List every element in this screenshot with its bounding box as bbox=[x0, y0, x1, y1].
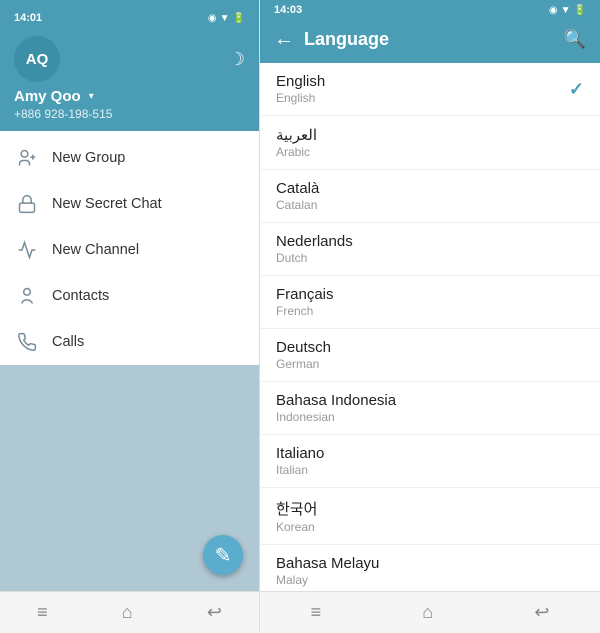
language-list: EnglishEnglish✓العربيةArabicCatalàCatala… bbox=[260, 63, 600, 591]
language-item-korean[interactable]: 한국어Korean bbox=[260, 488, 600, 545]
right-title-row: ← Language 🔍 bbox=[274, 20, 586, 63]
lang-main-catalan: Català bbox=[276, 180, 319, 197]
left-bottom-back-icon[interactable]: ↩ bbox=[207, 602, 222, 623]
language-title: Language bbox=[304, 29, 564, 50]
left-bottom-menu-icon[interactable]: ≡ bbox=[37, 602, 48, 623]
lang-main-dutch: Nederlands bbox=[276, 233, 353, 250]
status-time-right: 14:03 bbox=[274, 4, 302, 16]
new-group-label: New Group bbox=[52, 150, 125, 166]
lang-main-german: Deutsch bbox=[276, 339, 331, 356]
contacts-icon bbox=[16, 285, 38, 307]
language-item-french[interactable]: FrançaisFrench bbox=[260, 276, 600, 329]
language-item-catalan[interactable]: CatalàCatalan bbox=[260, 170, 600, 223]
status-bar-left: 14:01 ◉ ▼ 🔋 bbox=[14, 12, 245, 24]
right-bottom-menu-icon[interactable]: ≡ bbox=[311, 602, 322, 623]
lang-sub-dutch: Dutch bbox=[276, 251, 353, 265]
new-secret-chat-label: New Secret Chat bbox=[52, 196, 162, 212]
left-bottom-home-icon[interactable]: ⌂ bbox=[122, 602, 133, 623]
language-item-indonesian[interactable]: Bahasa IndonesiaIndonesian bbox=[260, 382, 600, 435]
calls-icon bbox=[16, 331, 38, 353]
moon-icon[interactable]: ☽ bbox=[229, 49, 245, 70]
new-channel-icon bbox=[16, 239, 38, 261]
lang-main-arabic: العربية bbox=[276, 126, 317, 144]
left-header: 14:01 ◉ ▼ 🔋 AQ ☽ Amy Qoo ▾ +886 928-198-… bbox=[0, 0, 259, 131]
new-group-icon bbox=[16, 147, 38, 169]
status-bar-right: 14:03 ◉ ▼ 🔋 bbox=[274, 0, 586, 20]
lang-sub-english: English bbox=[276, 91, 325, 105]
menu-item-new-channel[interactable]: New Channel bbox=[0, 227, 259, 273]
menu-item-new-secret-chat[interactable]: New Secret Chat bbox=[0, 181, 259, 227]
secret-chat-icon bbox=[16, 193, 38, 215]
lang-main-malay: Bahasa Melayu bbox=[276, 555, 379, 572]
status-time-left: 14:01 bbox=[14, 12, 42, 24]
back-button[interactable]: ← bbox=[274, 28, 294, 51]
avatar[interactable]: AQ bbox=[14, 36, 60, 82]
dropdown-arrow-icon[interactable]: ▾ bbox=[89, 91, 94, 102]
lang-main-korean: 한국어 bbox=[276, 498, 317, 519]
menu-item-calls[interactable]: Calls bbox=[0, 319, 259, 365]
status-icons-left: ◉ ▼ 🔋 bbox=[208, 13, 245, 24]
user-phone: +886 928-198-515 bbox=[14, 107, 112, 121]
search-icon[interactable]: 🔍 bbox=[564, 29, 586, 50]
left-bottom-bar: ≡ ⌂ ↩ bbox=[0, 591, 259, 633]
lang-sub-korean: Korean bbox=[276, 520, 317, 534]
new-channel-label: New Channel bbox=[52, 242, 139, 258]
left-panel: 14:01 ◉ ▼ 🔋 AQ ☽ Amy Qoo ▾ +886 928-198-… bbox=[0, 0, 260, 633]
language-item-malay[interactable]: Bahasa MelayuMalay bbox=[260, 545, 600, 591]
fab-button[interactable]: ✎ bbox=[203, 535, 243, 575]
lang-sub-catalan: Catalan bbox=[276, 198, 319, 212]
lang-main-indonesian: Bahasa Indonesia bbox=[276, 392, 396, 409]
right-bottom-home-icon[interactable]: ⌂ bbox=[422, 602, 433, 623]
language-item-dutch[interactable]: NederlandsDutch bbox=[260, 223, 600, 276]
right-panel: 14:03 ◉ ▼ 🔋 ← Language 🔍 EnglishEnglish ✓… bbox=[260, 0, 600, 633]
calls-label: Calls bbox=[52, 334, 84, 350]
lang-sub-french: French bbox=[276, 304, 334, 318]
right-header: 14:03 ◉ ▼ 🔋 ← Language 🔍 bbox=[260, 0, 600, 63]
chat-background: ✎ bbox=[0, 365, 259, 591]
lang-main-italian: Italiano bbox=[276, 445, 324, 462]
right-bottom-back-icon[interactable]: ↩ bbox=[534, 602, 549, 623]
lang-main-french: Français bbox=[276, 286, 334, 303]
lang-main-english: English bbox=[276, 73, 325, 90]
lang-sub-malay: Malay bbox=[276, 573, 379, 587]
language-item-italian[interactable]: ItalianoItalian bbox=[260, 435, 600, 488]
lang-sub-arabic: Arabic bbox=[276, 145, 317, 159]
lang-sub-indonesian: Indonesian bbox=[276, 410, 396, 424]
check-icon-english: ✓ bbox=[569, 79, 584, 100]
language-item-german[interactable]: DeutschGerman bbox=[260, 329, 600, 382]
menu-list: New Group New Secret Chat New Channel bbox=[0, 131, 259, 365]
lang-sub-german: German bbox=[276, 357, 331, 371]
language-item-arabic[interactable]: العربيةArabic bbox=[260, 116, 600, 170]
language-item-english[interactable]: EnglishEnglish ✓ bbox=[260, 63, 600, 116]
user-name: Amy Qoo bbox=[14, 88, 81, 105]
user-info: Amy Qoo ▾ +886 928-198-515 bbox=[14, 88, 245, 121]
menu-item-new-group[interactable]: New Group bbox=[0, 135, 259, 181]
lang-sub-italian: Italian bbox=[276, 463, 324, 477]
menu-item-contacts[interactable]: Contacts bbox=[0, 273, 259, 319]
avatar-row: AQ ☽ bbox=[14, 36, 245, 82]
contacts-label: Contacts bbox=[52, 288, 109, 304]
status-icons-right: ◉ ▼ 🔋 bbox=[549, 5, 586, 16]
right-bottom-bar: ≡ ⌂ ↩ bbox=[260, 591, 600, 633]
